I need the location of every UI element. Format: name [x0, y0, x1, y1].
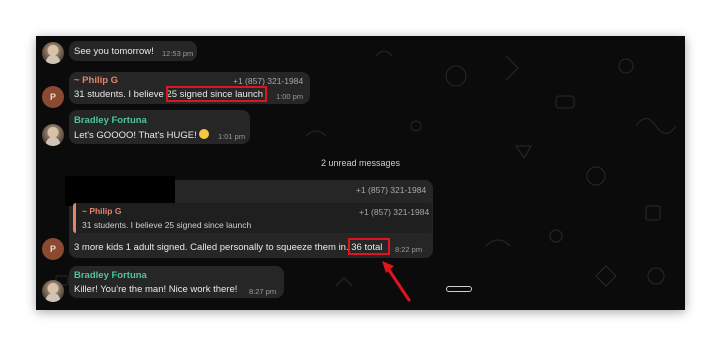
avatar[interactable]: [42, 124, 64, 146]
message-text-prefix: 3 more kids 1 adult signed. Called perso…: [74, 242, 352, 253]
message-text: 3 more kids 1 adult signed. Called perso…: [74, 242, 382, 253]
sender-name[interactable]: Bradley Fortuna: [74, 270, 147, 281]
message-text-content: Let's GOOOO! That's HUGE!: [74, 130, 197, 141]
quoted-phone: +1 (857) 321-1984: [359, 207, 430, 217]
quoted-text: 31 students. I believe 25 signed since l…: [82, 220, 252, 230]
avatar[interactable]: P: [42, 86, 64, 108]
message-bubble: ~ Philip G +1 (857) 321-1984 31 students…: [69, 72, 310, 104]
highlight-box: [348, 238, 390, 255]
grinning-face-icon: [198, 129, 209, 139]
quoted-reply[interactable]: ~ Philip G +1 (857) 321-1984 31 students…: [73, 203, 432, 233]
message-bubble: +1 (857) 321-1984 ~ Philip G +1 (857) 32…: [65, 176, 433, 258]
redacted-sender: [65, 176, 175, 206]
red-arrow-annotation: [382, 261, 411, 302]
sender-name[interactable]: Bradley Fortuna: [74, 115, 147, 126]
scroll-to-bottom-handle[interactable]: [446, 286, 472, 292]
sender-name[interactable]: ~ Philip G: [74, 75, 118, 86]
quoted-sender: ~ Philip G: [82, 206, 122, 216]
avatar-initial: P: [49, 92, 56, 102]
avatar[interactable]: [42, 42, 64, 64]
sender-phone: +1 (857) 321-1984: [233, 76, 304, 86]
message-text: Killer! You're the man! Nice work there!: [74, 284, 238, 295]
message-text: See you tomorrow!: [74, 46, 154, 57]
message-bubble: Bradley Fortuna Let's GOOOO! That's HUGE…: [69, 110, 250, 144]
message-bubble: See you tomorrow! 12:53 pm: [69, 41, 197, 61]
unread-divider: 2 unread messages: [320, 158, 401, 168]
avatar[interactable]: P: [42, 238, 64, 260]
chat-window: See you tomorrow! 12:53 pm P ~ Philip G …: [36, 36, 685, 310]
sender-phone: +1 (857) 321-1984: [356, 185, 427, 195]
highlight-box: [166, 86, 267, 102]
message-time: 8:22 pm: [395, 245, 423, 254]
message-text: Let's GOOOO! That's HUGE!: [74, 129, 209, 141]
message-time: 1:00 pm: [276, 92, 304, 101]
message-text-prefix: 31 students. I believe: [74, 89, 167, 100]
message-time: 8:27 pm: [249, 287, 277, 296]
avatar[interactable]: [42, 280, 64, 302]
message-time: 12:53 pm: [162, 49, 194, 58]
avatar-initial: P: [49, 244, 56, 254]
message-bubble: Bradley Fortuna Killer! You're the man! …: [69, 266, 284, 298]
message-time: 1:01 pm: [218, 132, 246, 141]
